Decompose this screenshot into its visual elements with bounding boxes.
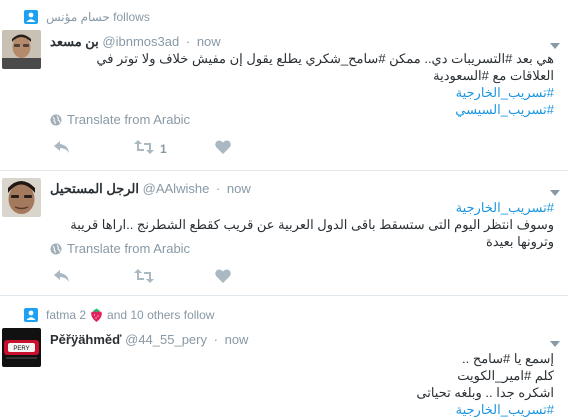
tweet-header: Pěřÿähměď @44_55_pery · now — [50, 332, 538, 347]
tweet-actions — [50, 269, 250, 287]
context-suffix: follows — [113, 10, 150, 24]
timestamp[interactable]: now — [197, 34, 221, 49]
person-icon — [24, 308, 38, 325]
avatar[interactable] — [2, 30, 41, 69]
heart-icon[interactable] — [215, 269, 231, 286]
author-handle[interactable]: @ibnmos3ad — [102, 34, 179, 49]
tweet-header: بن مسعد @ibnmos3ad · now — [50, 34, 538, 50]
translate-link[interactable]: Translate from Arabic — [50, 241, 190, 258]
context-suffix: and 10 others follow — [107, 308, 215, 322]
translate-label[interactable]: Translate from Arabic — [67, 112, 190, 127]
author-name[interactable]: Pěřÿähměď — [50, 332, 122, 347]
tweet-2[interactable]: الرجل المستحيل @AAlwishe · now #تسريب_ال… — [0, 171, 568, 295]
retweet-icon[interactable] — [134, 140, 154, 157]
chevron-down-icon[interactable] — [550, 336, 560, 347]
tweet-line: إسمع يا #سامح .. — [461, 351, 554, 366]
chevron-down-icon[interactable] — [550, 185, 560, 196]
tweet-text: هي بعد #التسريبات دي.. ممكن #سامح_شكري ي… — [50, 50, 554, 118]
context-names[interactable]: fatma 2 — [46, 308, 86, 322]
tweet-line: اشكره جدا .. وبلغه تحياتى — [416, 385, 554, 400]
social-context: حسام مؤنس follows — [24, 10, 150, 27]
reply-icon[interactable] — [54, 269, 70, 286]
social-context: fatma 2 and 10 others follow — [24, 308, 214, 325]
context-names[interactable]: حسام مؤنس — [46, 10, 110, 24]
tweet-3[interactable]: fatma 2 and 10 others follow PERY Pěřÿähm… — [0, 296, 568, 417]
dot-separator: · — [185, 34, 191, 49]
globe-icon — [50, 243, 62, 258]
retweet-count: 1 — [160, 142, 167, 156]
reply-icon[interactable] — [54, 140, 70, 157]
translate-link[interactable]: Translate from Arabic — [50, 112, 190, 129]
author-handle[interactable]: @44_55_pery — [125, 332, 207, 347]
tweet-line: كلم #امير_الكويت — [457, 368, 554, 383]
author-handle[interactable]: @AAlwishe — [143, 181, 210, 196]
hashtag-link[interactable]: #تسريب_الخارجية — [50, 401, 554, 417]
avatar[interactable]: PERY — [2, 328, 41, 367]
person-icon — [24, 10, 38, 27]
tweet-header: الرجل المستحيل @AAlwishe · now — [50, 181, 538, 197]
tweet-text: إسمع يا #سامح .. كلم #امير_الكويت اشكره … — [50, 350, 554, 417]
svg-text:PERY: PERY — [13, 346, 29, 352]
hashtag-link[interactable]: #تسريب_الخارجية — [50, 199, 554, 216]
hashtag-link[interactable]: #تسريب_الخارجية — [50, 84, 554, 101]
author-name[interactable]: الرجل المستحيل — [50, 181, 139, 196]
timestamp[interactable]: now — [225, 332, 249, 347]
strawberry-icon — [90, 308, 103, 325]
dot-separator: · — [213, 332, 218, 347]
author-name[interactable]: بن مسعد — [50, 34, 99, 49]
tweet-1[interactable]: حسام مؤنس follows بن مسعد @ibnmos3ad · n… — [0, 0, 568, 170]
globe-icon — [50, 114, 62, 129]
tweet-line: هي بعد #التسريبات دي.. ممكن #سامح_شكري ي… — [96, 51, 554, 83]
tweet-actions: 1 — [50, 140, 250, 158]
heart-icon[interactable] — [215, 140, 231, 157]
avatar[interactable] — [2, 178, 41, 217]
chevron-down-icon[interactable] — [550, 38, 560, 49]
translate-label[interactable]: Translate from Arabic — [67, 241, 190, 256]
timestamp[interactable]: now — [227, 181, 251, 196]
dot-separator: · — [215, 181, 221, 196]
retweet-icon[interactable] — [134, 269, 154, 286]
